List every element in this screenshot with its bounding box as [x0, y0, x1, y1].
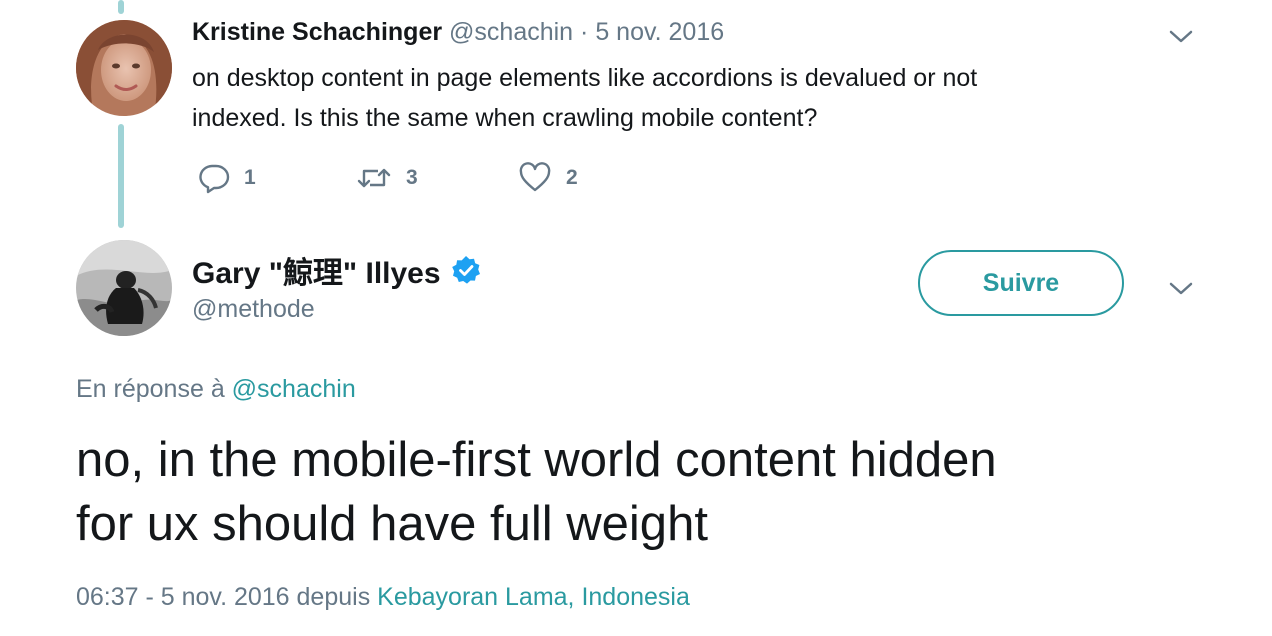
parent-tweet-header: Kristine Schachinger @schachin · 5 nov. … [192, 18, 724, 47]
author-handle[interactable]: @methode [192, 295, 315, 324]
thread-line [118, 124, 124, 228]
retweet-count: 3 [406, 166, 418, 189]
tweet-text-line: for ux should have full weight [76, 497, 708, 551]
reply-prefix: En réponse à [76, 375, 225, 403]
tweet-text-line: on desktop content in page elements like… [192, 64, 978, 92]
timestamp[interactable]: 06:37 - 5 nov. 2016 depuis [76, 583, 370, 611]
reply-count: 1 [244, 166, 256, 189]
main-tweet-header: Gary "鯨理" Illyes [192, 248, 481, 292]
tweet-meta: 06:37 - 5 nov. 2016 depuis Kebayoran Lam… [76, 583, 690, 612]
avatar-kristine[interactable] [76, 20, 172, 116]
retweet-icon [357, 168, 391, 188]
main-tweet-text: no, in the mobile-first world content hi… [76, 428, 997, 556]
like-action[interactable]: 2 [518, 162, 578, 194]
tweet-text-line: no, in the mobile-first world content hi… [76, 433, 997, 487]
tweet-date[interactable]: 5 nov. 2016 [595, 18, 724, 46]
avatar-gary[interactable] [76, 240, 172, 336]
thread-line-top [118, 0, 124, 14]
separator: · [580, 18, 589, 46]
reply-to-link[interactable]: @schachin [232, 375, 356, 403]
like-count: 2 [566, 166, 578, 189]
reply-context: En réponse à @schachin [76, 375, 356, 404]
follow-button[interactable]: Suivre [918, 250, 1124, 316]
author-name[interactable]: Kristine Schachinger [192, 18, 442, 46]
location-link[interactable]: Kebayoran Lama, Indonesia [377, 583, 690, 611]
tweet-text-line: indexed. Is this the same when crawling … [192, 104, 818, 132]
chevron-down-icon[interactable] [1168, 26, 1194, 46]
retweet-action[interactable]: 3 [356, 162, 418, 194]
author-name[interactable]: Gary "鯨理" Illyes [192, 248, 441, 292]
parent-tweet-text: on desktop content in page elements like… [192, 58, 977, 138]
chevron-down-icon[interactable] [1168, 278, 1194, 298]
verified-badge-icon [451, 256, 480, 284]
author-handle[interactable]: @schachin [449, 18, 573, 46]
heart-icon [519, 162, 551, 192]
reply-bubble-icon [199, 164, 230, 194]
reply-action[interactable]: 1 [198, 162, 256, 194]
